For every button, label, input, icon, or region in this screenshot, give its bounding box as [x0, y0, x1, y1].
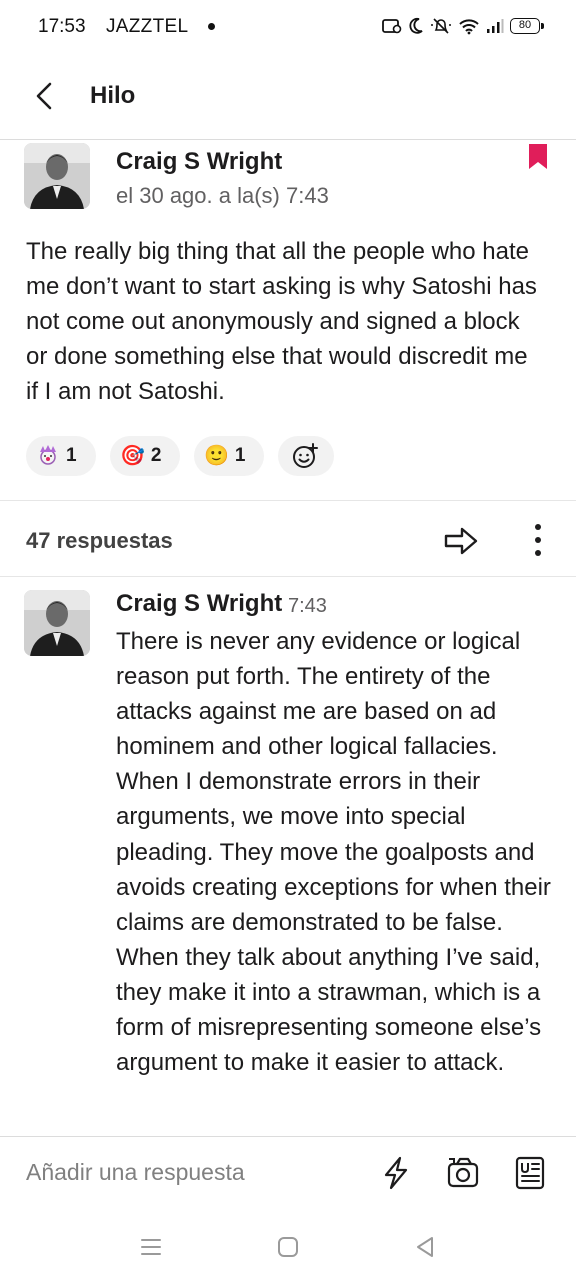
status-bar: 17:53 JAZZTEL 80 — [0, 0, 576, 52]
home-icon[interactable] — [273, 1232, 303, 1262]
status-icons: 80 — [382, 15, 544, 37]
reaction-clown[interactable]: 1 — [26, 436, 96, 476]
user-photo-icon — [24, 143, 90, 209]
message-timestamp: el 30 ago. a la(s) 7:43 — [116, 183, 329, 208]
smile-emoji-icon: 🙂 — [204, 445, 229, 467]
message-body: The really big thing that all the people… — [26, 238, 537, 405]
reaction-smile[interactable]: 🙂 1 — [194, 436, 264, 476]
camera-icon[interactable] — [446, 1155, 482, 1191]
do-not-disturb-icon — [409, 17, 423, 34]
divider — [0, 576, 576, 577]
back-nav-icon[interactable] — [410, 1232, 440, 1262]
reaction-target[interactable]: 🎯 2 — [110, 436, 180, 476]
silent-bell-icon — [431, 18, 451, 34]
lightning-icon[interactable] — [378, 1155, 414, 1191]
reaction-count: 1 — [234, 445, 246, 466]
system-nav-bar — [0, 1212, 576, 1280]
reply-composer — [0, 1136, 576, 1212]
reaction-count: 1 — [66, 445, 77, 466]
avatar[interactable] — [24, 143, 90, 209]
target-emoji-icon: 🎯 — [120, 445, 145, 467]
share-arrow-icon[interactable] — [442, 522, 480, 560]
back-button[interactable] — [24, 76, 64, 116]
replies-count: 47 respuestas — [26, 528, 173, 553]
recent-apps-icon[interactable] — [136, 1232, 166, 1262]
avatar[interactable] — [24, 590, 90, 656]
notification-dot-icon — [208, 23, 215, 30]
author-name[interactable]: Craig S Wright — [116, 148, 282, 176]
add-reaction-button[interactable] — [278, 436, 334, 476]
battery-indicator: 80 — [510, 18, 544, 34]
reactions-bar: 1 🎯 2 🙂 1 — [26, 436, 334, 476]
signal-icon — [487, 19, 504, 33]
bookmark-icon[interactable] — [527, 143, 549, 171]
text-format-icon[interactable] — [512, 1155, 548, 1191]
add-emoji-icon — [293, 443, 318, 468]
reply-input[interactable] — [26, 1159, 346, 1186]
page-title: Hilo — [90, 82, 136, 109]
user-photo-icon — [24, 590, 90, 656]
wifi-icon — [459, 19, 479, 35]
reply-body: There is never any evidence or logical r… — [116, 628, 551, 1077]
divider — [0, 500, 576, 501]
author-name[interactable]: Craig S Wright — [116, 590, 282, 618]
status-carrier: JAZZTEL — [106, 16, 189, 37]
clown-emoji-icon — [36, 444, 60, 468]
reply-timestamp: 7:43 — [288, 595, 327, 617]
reaction-count: 2 — [150, 445, 162, 466]
more-vertical-icon[interactable] — [524, 518, 552, 562]
status-time: 17:53 — [38, 16, 86, 37]
chevron-left-icon — [36, 82, 52, 110]
thread-header: Hilo — [0, 58, 576, 140]
screen-share-icon — [382, 19, 402, 34]
